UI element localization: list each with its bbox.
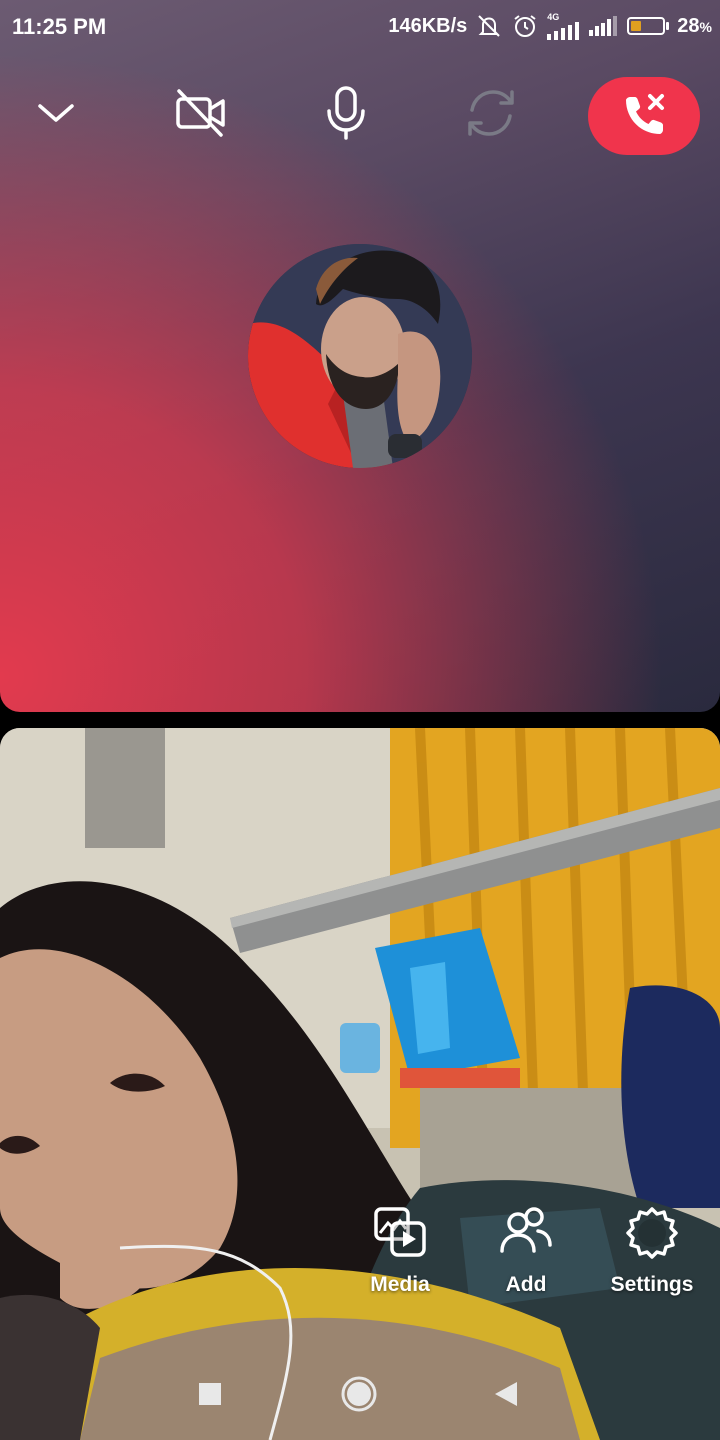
gear-icon — [626, 1207, 678, 1259]
status-time: 11:25 PM — [12, 14, 107, 39]
switch-camera-button[interactable] — [456, 78, 526, 148]
signal-bars-4g — [547, 21, 580, 40]
recents-square-icon — [199, 1383, 221, 1405]
video-off-icon — [176, 89, 225, 137]
quick-actions-bar: Media Add Settings — [0, 1205, 720, 1315]
video-call-screen: 11:25 PM 146KB/s 4G 28% Media Add Settin… — [0, 0, 720, 1440]
battery-percent-value: 28 — [677, 14, 700, 37]
minimize-button[interactable] — [21, 78, 91, 148]
network-type-label: 4G — [547, 11, 560, 22]
media-icon — [374, 1207, 426, 1257]
caller-avatar — [248, 244, 472, 468]
camera-feed — [0, 728, 720, 1440]
camera-switch-icon — [468, 90, 514, 136]
microphone-icon — [327, 86, 365, 140]
add-button[interactable]: Add — [471, 1205, 581, 1297]
media-label: Media — [370, 1273, 430, 1296]
battery-icon — [627, 17, 670, 35]
end-call-button[interactable] — [588, 77, 700, 155]
signal-icon — [589, 16, 618, 36]
settings-button[interactable]: Settings — [597, 1205, 707, 1297]
home-button[interactable] — [337, 1372, 381, 1416]
settings-label: Settings — [610, 1273, 694, 1296]
mute-icon — [478, 15, 501, 37]
battery-percent: 28% — [677, 15, 712, 38]
video-toggle-button[interactable] — [166, 78, 236, 148]
network-speed: 146KB/s — [388, 14, 468, 37]
alarm-icon — [514, 15, 536, 37]
signal-4g-icon: 4G — [547, 11, 581, 40]
add-people-icon — [500, 1207, 552, 1253]
back-button[interactable] — [484, 1372, 528, 1416]
end-call-icon — [626, 94, 664, 134]
microphone-button[interactable] — [311, 78, 381, 148]
avatar-photo — [248, 244, 472, 468]
media-button[interactable]: Media — [345, 1205, 455, 1297]
home-circle-icon — [341, 1376, 377, 1412]
remote-video-panel[interactable] — [0, 0, 720, 712]
self-camera-view[interactable]: Media Add Settings — [0, 728, 720, 1440]
system-nav-bar — [0, 1352, 720, 1432]
status-bar: 11:25 PM 146KB/s 4G 28% — [0, 0, 720, 56]
battery-percent-symbol: % — [699, 18, 712, 35]
back-triangle-icon — [495, 1382, 517, 1406]
add-label: Add — [505, 1273, 547, 1296]
status-indicators: 146KB/s 4G 28% — [388, 12, 712, 40]
recents-button[interactable] — [188, 1372, 232, 1416]
chevron-down-icon — [38, 104, 74, 122]
